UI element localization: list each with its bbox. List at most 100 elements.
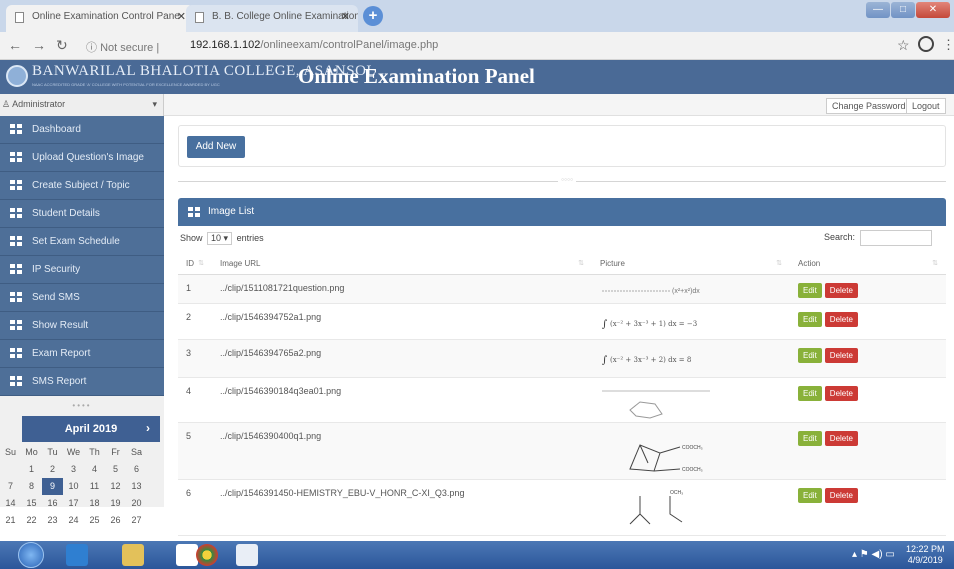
calendar-day[interactable]: 15 bbox=[21, 495, 42, 512]
column-header-action[interactable]: Action ⇅ bbox=[790, 253, 946, 275]
close-window-button[interactable]: ✕ bbox=[916, 2, 950, 18]
calendar-day[interactable]: 8 bbox=[21, 478, 42, 495]
calendar-day[interactable]: 10 bbox=[63, 478, 84, 495]
delete-button[interactable]: Delete bbox=[824, 347, 858, 363]
calendar-day[interactable] bbox=[0, 461, 21, 478]
column-header-url[interactable]: Image URL ⇅ bbox=[212, 253, 592, 275]
delete-button[interactable]: Delete bbox=[824, 311, 858, 327]
calendar-day[interactable]: 17 bbox=[63, 495, 84, 512]
minimize-button[interactable]: — bbox=[866, 2, 890, 18]
column-header-id[interactable]: ID ⇅ bbox=[178, 253, 212, 275]
sidebar-item[interactable]: Exam Report bbox=[0, 340, 164, 368]
reload-icon[interactable]: ↻ bbox=[56, 37, 68, 54]
calendar-day[interactable]: 4 bbox=[84, 461, 105, 478]
calendar-week: 14 15 16 17 18 19 20 bbox=[0, 495, 164, 512]
equation-thumbnail: ∫ (x⁻² + 3x⁻³ + 2) dx = 8 bbox=[602, 355, 691, 366]
chrome-icon[interactable] bbox=[196, 544, 218, 566]
sidebar-item[interactable]: Send SMS bbox=[0, 284, 164, 312]
close-tab-icon[interactable]: ✕ bbox=[341, 10, 350, 23]
back-arrow-icon[interactable]: ← bbox=[8, 37, 22, 53]
calendar-day[interactable]: 13 bbox=[126, 478, 147, 495]
profile-icon[interactable] bbox=[918, 36, 934, 52]
folder-icon[interactable] bbox=[122, 544, 144, 566]
calendar-weekdays: Su Mo Tu We Th Fr Sa bbox=[0, 444, 164, 461]
cell-id: 5 bbox=[178, 422, 212, 480]
change-password-button[interactable]: Change Password bbox=[826, 98, 912, 114]
document-window-icon[interactable] bbox=[236, 544, 258, 566]
calendar-day[interactable]: 14 bbox=[0, 495, 21, 512]
add-new-button[interactable]: Add New bbox=[187, 136, 245, 158]
new-tab-button[interactable]: + bbox=[363, 6, 383, 26]
calendar-day[interactable]: 23 bbox=[42, 512, 63, 529]
delete-button[interactable]: Delete bbox=[824, 430, 858, 446]
forward-arrow-icon[interactable]: → bbox=[32, 37, 46, 53]
delete-button[interactable]: Delete bbox=[824, 487, 858, 503]
maximize-button[interactable]: □ bbox=[891, 2, 915, 18]
edit-button[interactable]: Edit bbox=[798, 385, 822, 401]
calendar-day[interactable]: 12 bbox=[105, 478, 126, 495]
sidebar-item-label: Set Exam Schedule bbox=[32, 236, 120, 247]
start-button[interactable] bbox=[18, 542, 44, 568]
calendar-weekday: Tu bbox=[47, 447, 58, 457]
edit-button[interactable]: Edit bbox=[798, 430, 822, 446]
taskbar: ▴ ⚑ ◀) ▭ 12:22 PM 4/9/2019 bbox=[0, 541, 954, 569]
image-table: ID ⇅ Image URL ⇅ Picture ⇅ Action ⇅ 1 ../clip… bbox=[178, 253, 946, 536]
user-dropdown[interactable]: ♙ Administrator ▾ bbox=[0, 94, 164, 116]
browser-tab-college[interactable]: B. B. College Online Examination ✕ bbox=[186, 5, 358, 32]
calendar-day[interactable]: 16 bbox=[42, 495, 63, 512]
edit-button[interactable]: Edit bbox=[798, 311, 822, 327]
delete-button[interactable]: Delete bbox=[824, 385, 858, 401]
url-field[interactable]: 192.168.1.102/onlineexam/controlPanel/im… bbox=[190, 39, 438, 51]
entries-control: Show 10 ▾ entries bbox=[180, 232, 264, 245]
delete-button[interactable]: Delete bbox=[824, 282, 858, 298]
sidebar-item[interactable]: Create Subject / Topic bbox=[0, 172, 164, 200]
calendar-day[interactable]: 2 bbox=[42, 461, 63, 478]
calendar-day[interactable]: 26 bbox=[105, 512, 126, 529]
calendar-day[interactable]: 5 bbox=[105, 461, 126, 478]
calendar-day[interactable]: 22 bbox=[21, 512, 42, 529]
svg-text:(x⁻² + 3x⁻³ + 2) dx = 8: (x⁻² + 3x⁻³ + 2) dx = 8 bbox=[610, 356, 691, 364]
bookmark-star-icon[interactable]: ☆ bbox=[897, 37, 910, 54]
search-input[interactable] bbox=[860, 230, 932, 246]
sidebar-item[interactable]: Show Result bbox=[0, 312, 164, 340]
ie-icon[interactable] bbox=[66, 544, 88, 566]
browser-tabbar: Online Examination Control Pane ✕ B. B. … bbox=[0, 0, 954, 32]
calendar-weekday: Fr bbox=[111, 447, 120, 457]
calendar-day[interactable]: 18 bbox=[84, 495, 105, 512]
logout-button[interactable]: Logout bbox=[906, 98, 946, 114]
calendar-day[interactable]: 3 bbox=[63, 461, 84, 478]
entries-select[interactable]: 10 ▾ bbox=[207, 232, 233, 245]
security-indicator[interactable]: ⓘ Not secure | bbox=[86, 39, 159, 55]
menu-kebab-icon[interactable]: ⋮ bbox=[942, 37, 954, 53]
calendar-day[interactable]: 27 bbox=[126, 512, 147, 529]
calendar-day[interactable]: 20 bbox=[126, 495, 147, 512]
edit-button[interactable]: Edit bbox=[798, 282, 822, 298]
sidebar-item[interactable]: IP Security bbox=[0, 256, 164, 284]
document-icon bbox=[195, 12, 204, 23]
calendar-day[interactable]: 7 bbox=[0, 478, 21, 495]
close-tab-icon[interactable]: ✕ bbox=[177, 10, 186, 23]
cell-picture: ∫ (x⁻² + 3x⁻³ + 1) dx = −3 bbox=[592, 303, 790, 340]
edit-button[interactable]: Edit bbox=[798, 487, 822, 503]
browser-tab-control-panel[interactable]: Online Examination Control Pane ✕ bbox=[6, 5, 194, 32]
calendar-day[interactable]: 1 bbox=[21, 461, 42, 478]
calendar-day[interactable]: 25 bbox=[84, 512, 105, 529]
calendar-day[interactable]: 11 bbox=[84, 478, 105, 495]
cell-picture: ∫ (x⁻² + 3x⁻³ + 2) dx = 8 bbox=[592, 339, 790, 378]
calendar-day[interactable]: 9 bbox=[42, 478, 63, 495]
calendar-day[interactable]: 6 bbox=[126, 461, 147, 478]
sidebar-item[interactable]: Dashboard bbox=[0, 116, 164, 144]
calendar-day[interactable]: 19 bbox=[105, 495, 126, 512]
sidebar-item[interactable]: Upload Question's Image bbox=[0, 144, 164, 172]
column-header-picture[interactable]: Picture ⇅ bbox=[592, 253, 790, 275]
calendar-day[interactable]: 24 bbox=[63, 512, 84, 529]
calendar-day[interactable]: 21 bbox=[0, 512, 21, 529]
media-icon[interactable] bbox=[176, 544, 198, 566]
sidebar-item[interactable]: SMS Report bbox=[0, 368, 164, 396]
system-tray-icons[interactable]: ▴ ⚑ ◀) ▭ bbox=[852, 549, 895, 560]
calendar-next-arrow-icon[interactable]: › bbox=[146, 421, 150, 435]
sidebar-item[interactable]: Set Exam Schedule bbox=[0, 228, 164, 256]
edit-button[interactable]: Edit bbox=[798, 347, 822, 363]
tab-title: B. B. College Online Examination bbox=[212, 11, 358, 22]
sidebar-item[interactable]: Student Details bbox=[0, 200, 164, 228]
